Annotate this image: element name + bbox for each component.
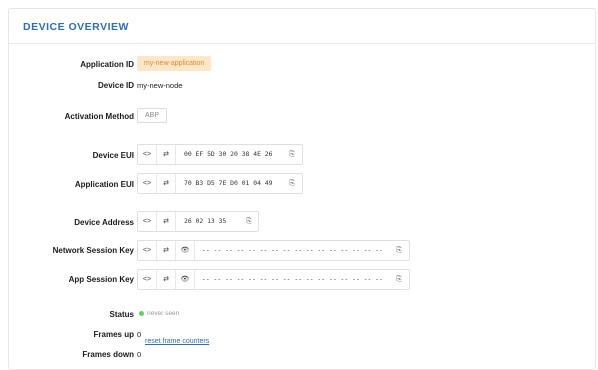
network-session-key-label: Network Session Key [52, 246, 134, 255]
show-key-icon[interactable]: 👁 [176, 241, 195, 260]
toggle-format-icon[interactable]: <> [138, 270, 157, 289]
application-eui-label: Application EUI [74, 180, 134, 189]
network-session-key-field: <> ⇄ 👁 -- -- -- -- -- -- -- -- -- -- -- … [137, 240, 410, 261]
reset-frame-counters-link[interactable]: reset frame counters [145, 330, 209, 348]
toggle-format-icon[interactable]: <> [138, 241, 157, 260]
copy-icon[interactable]: ⎘ [284, 145, 300, 164]
frames-up-value: 0 [137, 330, 142, 339]
frames-down-label: Frames down [82, 350, 134, 359]
byte-order-icon[interactable]: ⇄ [157, 270, 176, 289]
toggle-format-icon[interactable]: <> [138, 145, 157, 164]
page-title: DEVICE OVERVIEW [23, 21, 129, 33]
device-address-field: <> ⇄ 26 02 13 35 ⎘ [137, 211, 259, 232]
device-eui-label: Device EUI [92, 151, 134, 160]
frames-up-label: Frames up [93, 330, 134, 339]
frames-down-value: 0 [137, 350, 142, 359]
device-id-value: my-new-node [137, 81, 183, 90]
activation-method-badge: ABP [137, 108, 167, 123]
device-eui-value: 00 EF 5D 30 20 38 4E 26 [184, 150, 273, 158]
byte-order-icon[interactable]: ⇄ [157, 212, 176, 231]
status-value: never seen [147, 310, 180, 317]
toggle-format-icon[interactable]: <> [138, 212, 157, 231]
device-id-label: Device ID [97, 81, 134, 90]
copy-icon[interactable]: ⎘ [241, 212, 257, 231]
application-eui-field: <> ⇄ 70 B3 D5 7E D0 01 04 49 ⎘ [137, 173, 303, 194]
toggle-format-icon[interactable]: <> [138, 174, 157, 193]
device-address-label: Device Address [74, 218, 134, 227]
copy-icon[interactable]: ⎘ [284, 174, 300, 193]
copy-icon[interactable]: ⎘ [391, 241, 407, 260]
panel-header: DEVICE OVERVIEW [9, 9, 595, 44]
byte-order-icon[interactable]: ⇄ [157, 174, 176, 193]
application-id-label: Application ID [80, 60, 134, 69]
status-dot-icon [139, 311, 144, 316]
copy-icon[interactable]: ⎘ [391, 270, 407, 289]
app-session-key-value: -- -- -- -- -- -- -- -- -- -- -- -- -- -… [202, 275, 383, 283]
network-session-key-value: -- -- -- -- -- -- -- -- -- -- -- -- -- -… [202, 246, 383, 254]
device-address-value: 26 02 13 35 [184, 217, 227, 225]
device-eui-field: <> ⇄ 00 EF 5D 30 20 38 4E 26 ⎘ [137, 144, 303, 165]
app-session-key-label: App Session Key [68, 275, 134, 284]
status-label: Status [109, 310, 134, 319]
app-session-key-field: <> ⇄ 👁 -- -- -- -- -- -- -- -- -- -- -- … [137, 269, 410, 290]
byte-order-icon[interactable]: ⇄ [157, 145, 176, 164]
reset-frame-counters-label[interactable]: reset frame counters [145, 338, 209, 345]
show-key-icon[interactable]: 👁 [176, 270, 195, 289]
byte-order-icon[interactable]: ⇄ [157, 241, 176, 260]
activation-method-label: Activation Method [64, 112, 134, 121]
application-id-badge[interactable]: my-new-application [137, 56, 212, 71]
application-eui-value: 70 B3 D5 7E D0 01 04 49 [184, 179, 273, 187]
